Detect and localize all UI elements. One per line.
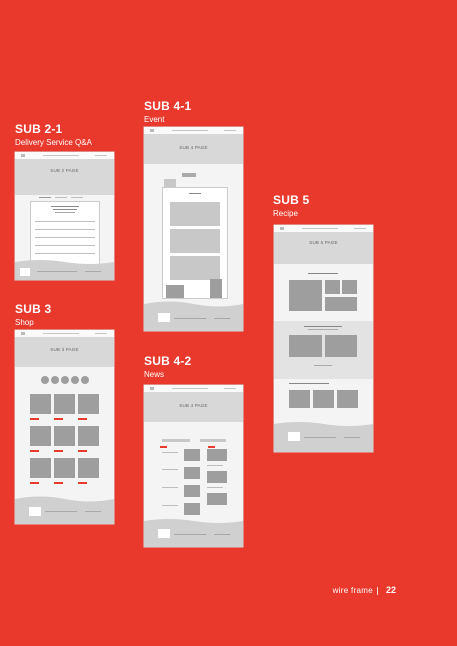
sub5-subtitle: Recipe: [273, 209, 298, 218]
page-number: 22: [385, 585, 396, 595]
sub42-page-title: SUB 4 PAGE: [179, 403, 208, 408]
sub41-subtitle: Event: [144, 115, 165, 124]
sub3-page-title: SUB 3 PAGE: [50, 347, 79, 352]
sub21-title: SUB 2-1: [15, 122, 63, 136]
footer-separator: [377, 587, 378, 595]
footer-label: wire frame: [332, 586, 373, 595]
sub42-subtitle: News: [144, 370, 165, 379]
sub3-wireframe: SUB 3 PAGE: [15, 330, 114, 524]
sub21-subtitle: Delivery Service Q&A: [15, 138, 92, 147]
sub3-title: SUB 3: [15, 302, 52, 316]
sub5-page-title: SUB 5 PAGE: [309, 240, 338, 245]
sub21-wireframe: SUB 2 PAGE: [15, 152, 114, 280]
sub41-page-title: SUB 4 PAGE: [179, 145, 208, 150]
sub3-subtitle: Shop: [15, 318, 34, 327]
sub42-wireframe: SUB 4 PAGE: [144, 385, 243, 547]
sub5-title: SUB 5: [273, 193, 310, 207]
sub41-title: SUB 4-1: [144, 99, 192, 113]
sub42-title: SUB 4-2: [144, 354, 192, 368]
sub41-wireframe: SUB 4 PAGE: [144, 127, 243, 331]
sub21-page-title: SUB 2 PAGE: [50, 168, 79, 173]
sub5-wireframe: SUB 5 PAGE: [274, 225, 373, 452]
